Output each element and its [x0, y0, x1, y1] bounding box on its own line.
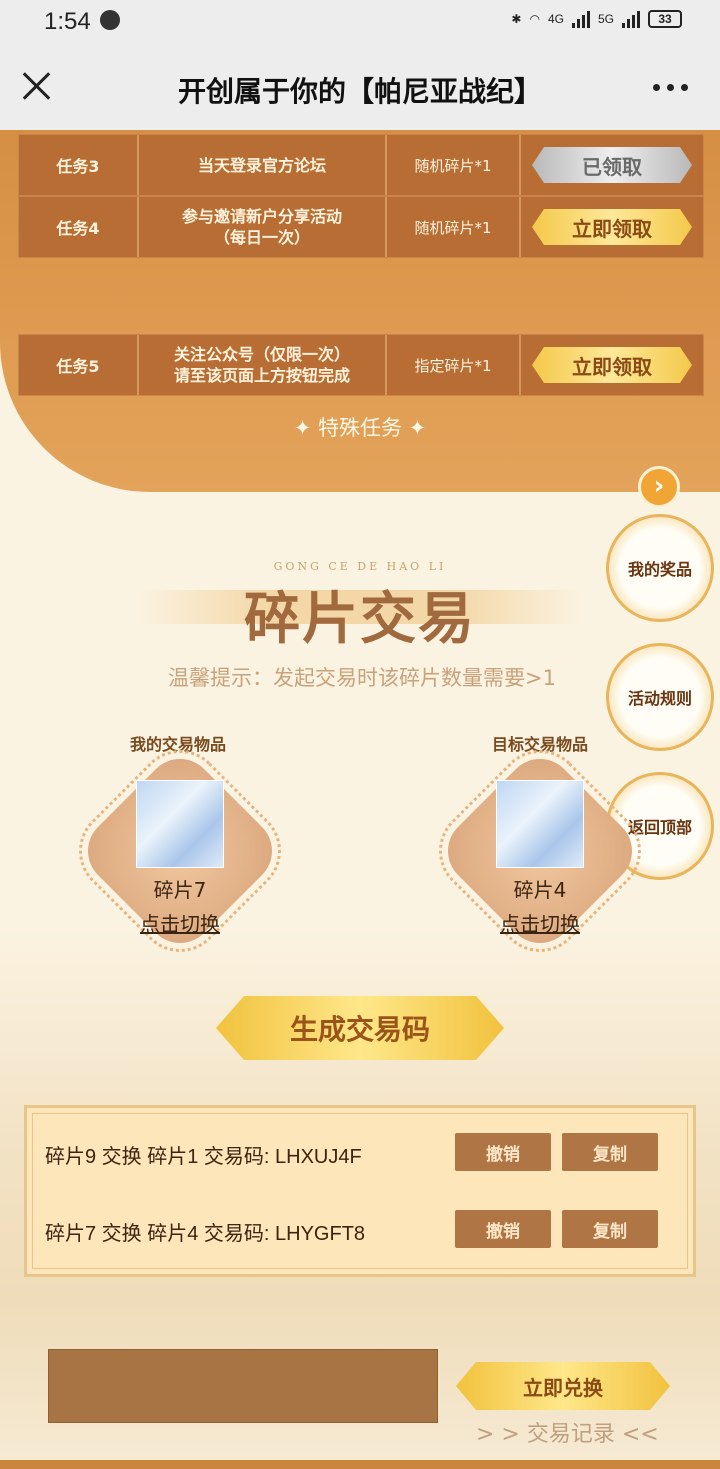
task-row: 任务3 当天登录官方论坛 随机碎片*1 已领取 — [18, 134, 704, 196]
trade-code-input[interactable] — [48, 1349, 438, 1423]
task-id: 任务4 — [19, 197, 139, 257]
task-action-cell: 已领取 — [521, 135, 703, 195]
alarm-icon — [100, 10, 120, 30]
more-icon[interactable] — [653, 84, 688, 91]
task-reward: 指定碎片*1 — [387, 335, 521, 395]
status-bar: 1:54 ✱ ◠ 4G 5G 33 — [0, 0, 720, 46]
rules-button[interactable]: 活动规则 — [606, 643, 714, 751]
trade-records: 碎片9 交换 碎片1 交易码: LHXUJ4F 撤销 复制 碎片7 交换 碎片4… — [24, 1105, 696, 1277]
task-panel: 任务3 当天登录官方论坛 随机碎片*1 已领取 任务4 参与邀请新户分享活动 （… — [0, 130, 720, 492]
bottom-band — [0, 1460, 720, 1469]
task-reward: 随机碎片*1 — [387, 197, 521, 257]
heading-pinyin: GONG CE DE HAO LI — [273, 560, 447, 573]
signal-icon — [622, 10, 640, 28]
task-action-cell: 立即领取 — [521, 197, 703, 257]
claim-button[interactable]: 立即领取 — [532, 347, 692, 383]
trade-hint: 温馨提示：发起交易时该碎片数量需要>1 — [168, 666, 556, 690]
claim-button[interactable]: 立即领取 — [532, 209, 692, 245]
task-id: 任务5 — [19, 335, 139, 395]
my-item-switch-link[interactable]: 点击切换 — [120, 908, 240, 937]
battery-icon: 33 — [648, 10, 682, 28]
status-time: 1:54 — [44, 8, 91, 35]
chevron-right-icon[interactable]: › — [638, 466, 680, 508]
trade-title: 碎片交易 — [244, 586, 476, 652]
title-bar: 开创属于你的【帕尼亚战纪】 — [0, 46, 720, 130]
task-reward: 随机碎片*1 — [387, 135, 521, 195]
task-action-cell: 立即领取 — [521, 335, 703, 395]
task-desc: 当天登录官方论坛 — [139, 135, 387, 195]
task-desc: 关注公众号（仅限一次） 请至该页面上方按钮完成 — [139, 335, 387, 395]
redeem-button[interactable]: 立即兑换 — [456, 1362, 670, 1410]
page-title: 开创属于你的【帕尼亚战纪】 — [177, 75, 542, 108]
status-icons: ✱ ◠ 4G 5G 33 — [511, 10, 682, 28]
copy-button[interactable]: 复制 — [562, 1210, 658, 1248]
task-desc-text: 关注公众号（仅限一次） 请至该页面上方按钮完成 — [173, 345, 350, 385]
cancel-button[interactable]: 撤销 — [455, 1210, 551, 1248]
my-item-image — [136, 780, 224, 868]
record-text: 碎片9 交换 碎片1 交易码: LHXUJ4F — [45, 1146, 362, 1168]
target-item-name: 碎片4 — [513, 878, 567, 902]
record-text: 碎片7 交换 碎片4 交易码: LHYGFT8 — [45, 1223, 366, 1245]
my-item-label: 我的交易物品 — [130, 735, 227, 754]
claimed-button[interactable]: 已领取 — [532, 147, 692, 183]
task-row: 任务5 关注公众号（仅限一次） 请至该页面上方按钮完成 指定碎片*1 立即领取 — [18, 334, 704, 396]
copy-button[interactable]: 复制 — [562, 1133, 658, 1171]
trade-log-link[interactable]: > > 交易记录 << — [476, 1416, 659, 1448]
my-item-name: 碎片7 — [153, 878, 207, 902]
task-desc: 参与邀请新户分享活动 （每日一次） — [139, 197, 387, 257]
network-5g: 5G — [597, 12, 614, 26]
cancel-button[interactable]: 撤销 — [455, 1133, 551, 1171]
task-row: 任务4 参与邀请新户分享活动 （每日一次） 随机碎片*1 立即领取 — [18, 196, 704, 258]
target-item-switch-link[interactable]: 点击切换 — [480, 908, 600, 937]
generate-code-button[interactable]: 生成交易码 — [216, 996, 504, 1060]
bluetooth-icon: ✱ — [511, 12, 522, 26]
target-item-label: 目标交易物品 — [492, 735, 589, 754]
wifi-icon: ◠ — [529, 12, 540, 26]
target-item-image — [496, 780, 584, 868]
task-id: 任务3 — [19, 135, 139, 195]
special-tasks-title: ✦ 特殊任务 ✦ — [293, 416, 427, 440]
network-4g: 4G — [547, 12, 564, 26]
task-desc-text: 参与邀请新户分享活动 （每日一次） — [181, 207, 342, 247]
signal-icon — [571, 10, 590, 28]
